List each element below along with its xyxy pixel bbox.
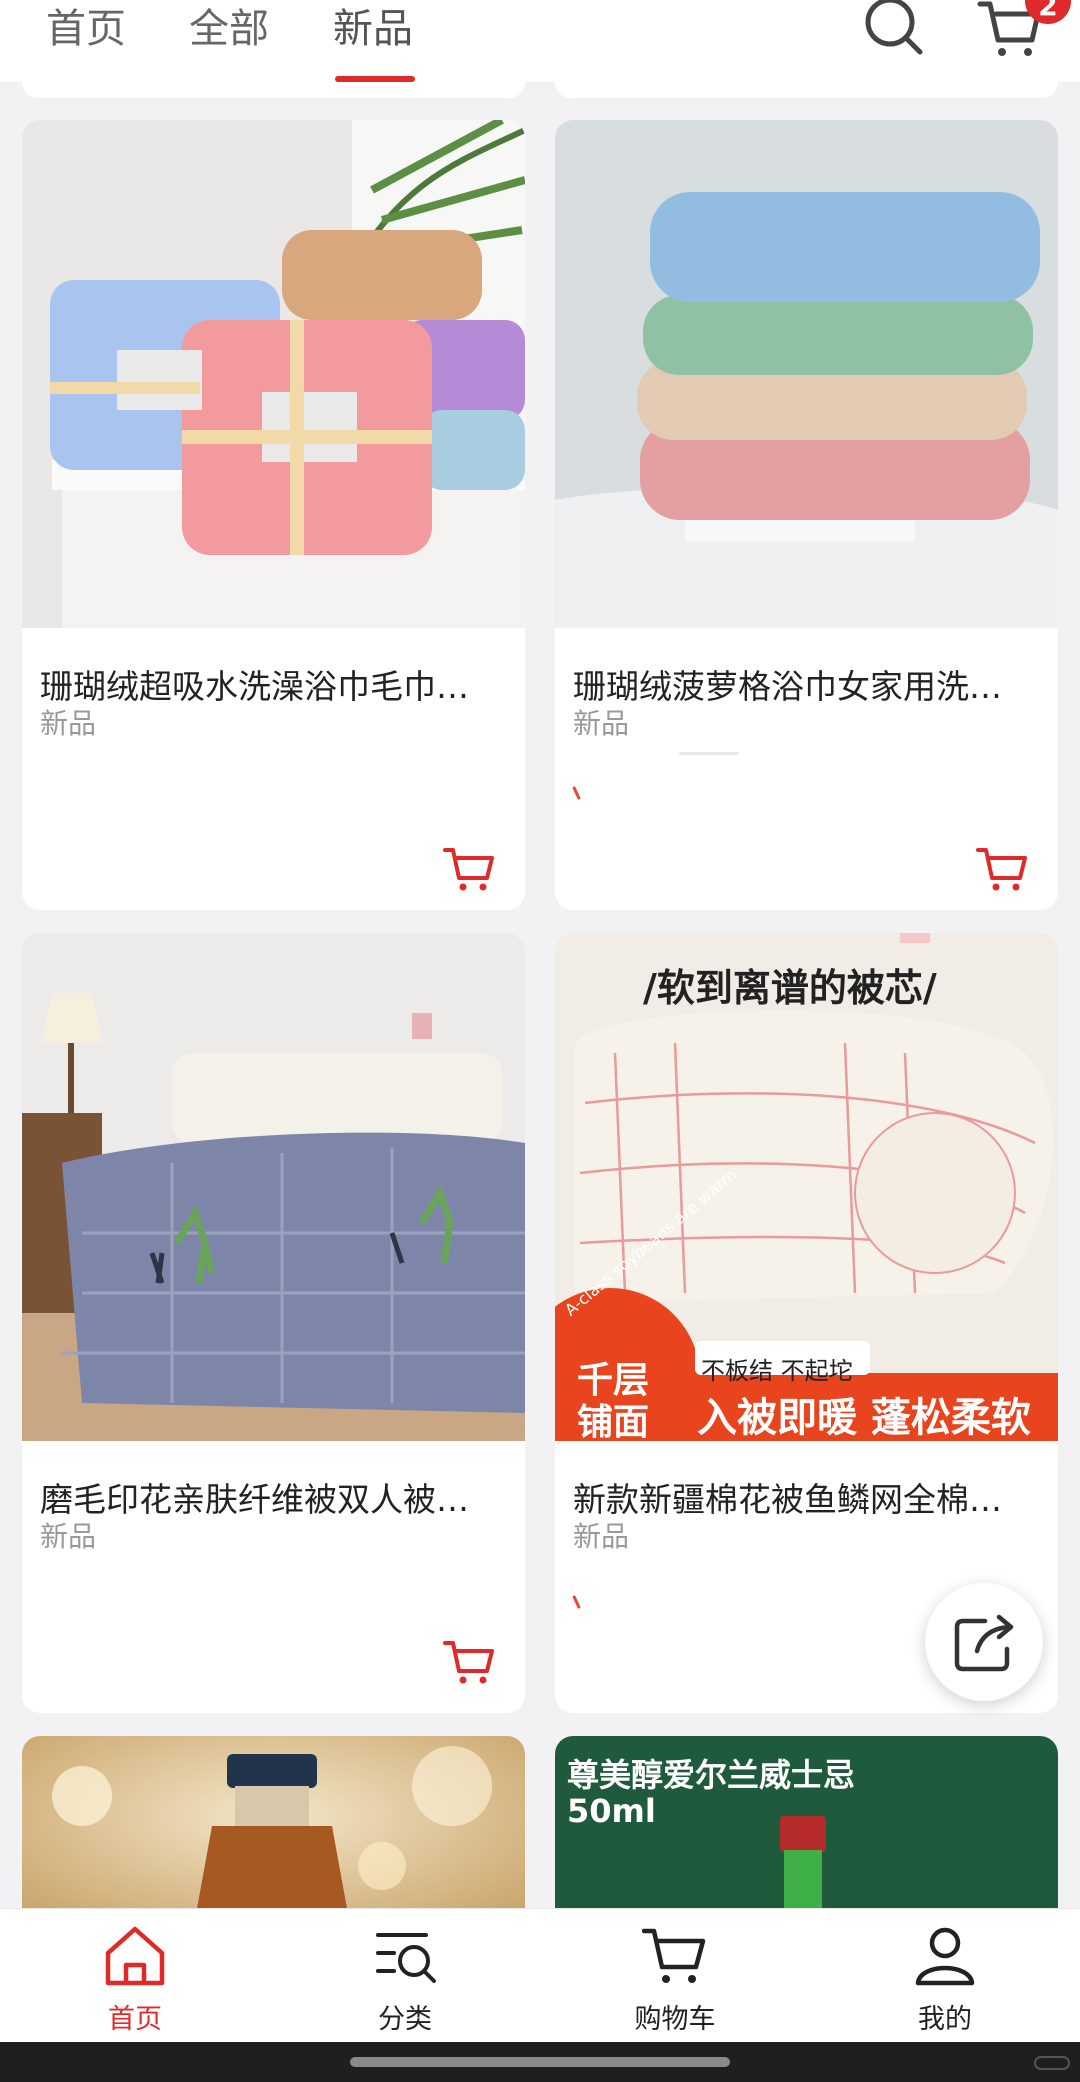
- bottom-navigation: 首页 分类 购物车 我的: [0, 1908, 1080, 2042]
- product-title[interactable]: 磨毛印花亲肤纤维被双人被…: [40, 1473, 510, 1521]
- add-to-cart-icon[interactable]: [443, 844, 495, 894]
- product-tag: 新品: [40, 707, 97, 740]
- product-card[interactable]: 珊瑚绒菠萝格浴巾女家用洗… 新品: [555, 120, 1058, 910]
- user-icon: [915, 1927, 975, 1986]
- product-tag: 新品: [573, 1520, 630, 1553]
- product-image-whisky: [22, 1736, 525, 1936]
- tab-all[interactable]: 全部: [189, 0, 269, 58]
- tab-new[interactable]: 新品: [333, 0, 413, 58]
- add-to-cart-icon[interactable]: [443, 1637, 495, 1687]
- price-placeholder: [679, 752, 739, 755]
- product-image-towels: [22, 120, 525, 628]
- price-mark: [572, 786, 581, 800]
- product-title[interactable]: 珊瑚绒菠萝格浴巾女家用洗…: [573, 660, 1043, 708]
- product-image-quilt-bed: [22, 933, 525, 1441]
- tab-home[interactable]: 首页: [46, 0, 126, 58]
- previous-card-edge: [555, 82, 1058, 98]
- system-navigation-bar: [0, 2042, 1080, 2082]
- nav-profile[interactable]: 我的: [865, 1909, 1025, 2043]
- price-mark: [572, 1595, 581, 1609]
- category-search-icon: [376, 1933, 436, 1983]
- poster-title: 尊美醇爱尔兰威士忌: [567, 1756, 856, 1794]
- product-image-waffle-towels: [555, 120, 1058, 628]
- search-icon[interactable]: [862, 0, 926, 60]
- banner-tagline: 入被即暖 蓬松柔软: [697, 1395, 1031, 1441]
- add-to-cart-icon[interactable]: [976, 844, 1028, 894]
- nav-label: 首页: [108, 2004, 162, 2035]
- cart-icon: [642, 1928, 706, 1983]
- banner-circle-text: 铺面: [577, 1402, 650, 1443]
- previous-card-edge: [22, 82, 525, 98]
- home-icon: [105, 1926, 165, 1986]
- top-tab-bar: 首页 全部 新品 2: [0, 0, 1080, 82]
- nav-home[interactable]: 首页: [55, 1909, 215, 2043]
- nav-label: 我的: [918, 2004, 972, 2035]
- product-card[interactable]: 磨毛印花亲肤纤维被双人被… 新品: [22, 933, 525, 1713]
- nav-label: 分类: [378, 2004, 432, 2035]
- product-title[interactable]: 珊瑚绒超吸水洗澡浴巾毛巾…: [40, 660, 510, 708]
- nav-category[interactable]: 分类: [325, 1909, 485, 2043]
- share-icon: [954, 1614, 1014, 1672]
- product-card[interactable]: 珊瑚绒超吸水洗澡浴巾毛巾… 新品: [22, 120, 525, 910]
- product-title[interactable]: 新款新疆棉花被鱼鳞网全棉…: [573, 1473, 1043, 1521]
- product-card[interactable]: 尊美醇爱尔兰威士忌 50ml: [555, 1736, 1058, 1936]
- product-tag: 新品: [40, 1520, 97, 1553]
- nav-cart[interactable]: 购物车: [595, 1909, 755, 2043]
- nav-label: 购物车: [634, 2004, 716, 2035]
- system-indicator-icon: [1034, 2056, 1070, 2070]
- poster-subtitle: 50ml: [567, 1792, 656, 1830]
- share-button[interactable]: [925, 1583, 1043, 1701]
- product-card[interactable]: [22, 1736, 525, 1936]
- banner-note: 不板结 不起坨: [701, 1357, 853, 1385]
- product-tag: 新品: [573, 707, 630, 740]
- home-gesture-bar[interactable]: [350, 2057, 730, 2067]
- banner-headline: /软到离谱的被芯/: [643, 966, 937, 1010]
